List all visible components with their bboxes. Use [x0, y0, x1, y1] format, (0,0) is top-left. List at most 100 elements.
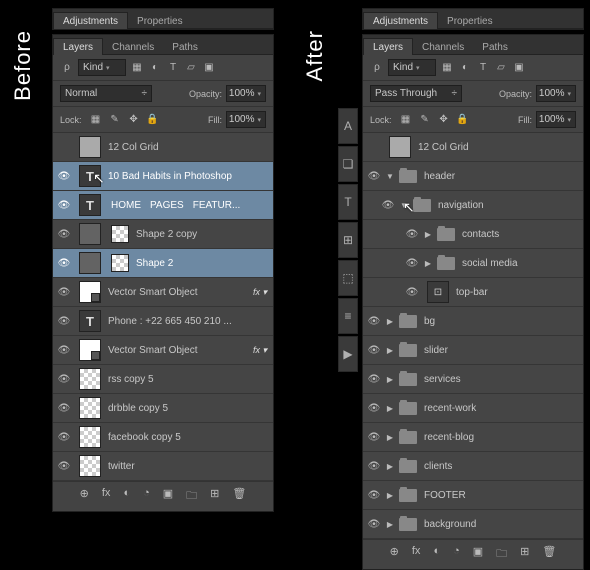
footer-icon[interactable]: ◔: [143, 487, 150, 506]
fx-badge[interactable]: fx ▾: [253, 287, 267, 298]
lock-pixels-icon[interactable]: ✎: [418, 113, 432, 127]
layer-name[interactable]: navigation: [438, 200, 583, 211]
layer-row[interactable]: 👁▶social media: [363, 249, 583, 278]
filter-kind-select[interactable]: Kind: [388, 59, 436, 76]
visibility-toggle[interactable]: 👁: [363, 461, 385, 472]
filter-shape-icon[interactable]: ▱: [184, 61, 198, 75]
layer-name[interactable]: facebook copy 5: [108, 432, 273, 443]
layer-name[interactable]: Shape 2: [136, 258, 273, 269]
lock-pixels-icon[interactable]: ✎: [108, 113, 122, 127]
tab-layers[interactable]: Layers: [53, 38, 103, 55]
filter-type-icon[interactable]: T: [476, 61, 490, 75]
tool-icon[interactable]: A: [338, 108, 358, 144]
footer-icon[interactable]: ⊞: [210, 487, 219, 506]
tab-adjustments[interactable]: Adjustments: [53, 12, 128, 29]
layer-row[interactable]: 👁 Shape 2: [53, 249, 273, 278]
filter-smart-icon[interactable]: ▣: [202, 61, 216, 75]
layer-row[interactable]: 👁THOMEPAGESFEATUR...: [53, 191, 273, 220]
lock-all-icon[interactable]: 🔒: [146, 113, 160, 127]
layer-row[interactable]: 👁facebook copy 5: [53, 423, 273, 452]
tab-channels[interactable]: Channels: [413, 39, 473, 55]
footer-icon[interactable]: 🗑: [542, 545, 556, 564]
layer-name[interactable]: 10 Bad Habits in Photoshop: [108, 171, 273, 182]
tab-paths[interactable]: Paths: [473, 39, 517, 55]
layer-row[interactable]: 👁▶background: [363, 510, 583, 539]
layer-row[interactable]: 👁▶recent-blog: [363, 423, 583, 452]
visibility-toggle[interactable]: 👁: [53, 200, 75, 211]
layer-row[interactable]: 👁Vector Smart Objectfx ▾: [53, 336, 273, 365]
visibility-toggle[interactable]: 👁: [53, 374, 75, 385]
layer-row[interactable]: 👁▶services: [363, 365, 583, 394]
layer-row[interactable]: 12 Col Grid: [363, 133, 583, 162]
layer-row[interactable]: 👁twitter: [53, 452, 273, 481]
layer-row[interactable]: 👁▶ FOOTER: [363, 481, 583, 510]
fill-input[interactable]: 100%: [536, 111, 576, 128]
filter-pixel-icon[interactable]: ▦: [130, 61, 144, 75]
footer-icon[interactable]: ◐: [433, 545, 440, 564]
visibility-toggle[interactable]: 👁: [53, 171, 75, 182]
expand-arrow[interactable]: ▶: [385, 491, 395, 500]
visibility-toggle[interactable]: 👁: [53, 258, 75, 269]
fx-badge[interactable]: fx ▾: [253, 345, 267, 356]
tool-icon[interactable]: ⬚: [338, 260, 358, 296]
filter-smart-icon[interactable]: ▣: [512, 61, 526, 75]
visibility-toggle[interactable]: 👁: [363, 519, 385, 530]
layer-name[interactable]: Phone : +22 665 450 210 ...: [108, 316, 273, 327]
filter-icon[interactable]: ρ: [370, 61, 384, 75]
expand-arrow[interactable]: ▶: [423, 259, 433, 268]
footer-icon[interactable]: ◐: [123, 487, 130, 506]
footer-icon[interactable]: ▣: [163, 487, 173, 506]
layer-row[interactable]: 👁 rss copy 5: [53, 365, 273, 394]
visibility-toggle[interactable]: 👁: [401, 229, 423, 240]
layer-name[interactable]: FOOTER: [424, 490, 583, 501]
layer-row[interactable]: 👁▶ contacts: [363, 220, 583, 249]
visibility-toggle[interactable]: 👁: [363, 490, 385, 501]
layer-row[interactable]: 👁▶recent-work: [363, 394, 583, 423]
expand-arrow[interactable]: ▶: [385, 317, 395, 326]
visibility-toggle[interactable]: 👁: [53, 229, 75, 240]
layer-name[interactable]: top-bar: [456, 287, 583, 298]
layer-name[interactable]: twitter: [108, 461, 273, 472]
tool-icon[interactable]: T: [338, 184, 358, 220]
layer-name[interactable]: rss copy 5: [108, 374, 273, 385]
layer-row[interactable]: 👁▼navigation↖: [363, 191, 583, 220]
layer-name[interactable]: services: [424, 374, 583, 385]
layer-name[interactable]: contacts: [462, 229, 583, 240]
layer-row[interactable]: 👁▶ clients: [363, 452, 583, 481]
footer-icon[interactable]: ◔: [453, 545, 460, 564]
lock-transparent-icon[interactable]: ▦: [89, 113, 103, 127]
layer-row[interactable]: 👁TPhone : +22 665 450 210 ...: [53, 307, 273, 336]
layer-name[interactable]: Vector Smart Object: [108, 345, 253, 356]
footer-icon[interactable]: 🗀: [496, 545, 507, 564]
footer-icon[interactable]: ▣: [473, 545, 483, 564]
layer-name[interactable]: social media: [462, 258, 583, 269]
layer-name[interactable]: Shape 2 copy: [136, 229, 273, 240]
visibility-toggle[interactable]: 👁: [401, 287, 423, 298]
layer-row[interactable]: 👁▼header: [363, 162, 583, 191]
fill-input[interactable]: 100%: [226, 111, 266, 128]
layer-name[interactable]: recent-blog: [424, 432, 583, 443]
tool-icon[interactable]: ▶: [338, 336, 358, 372]
visibility-toggle[interactable]: 👁: [53, 403, 75, 414]
visibility-toggle[interactable]: 👁: [53, 316, 75, 327]
filter-kind-select[interactable]: Kind: [78, 59, 126, 76]
layer-row[interactable]: 👁T10 Bad Habits in Photoshop↖: [53, 162, 273, 191]
layer-name[interactable]: recent-work: [424, 403, 583, 414]
layer-name[interactable]: Vector Smart Object: [108, 287, 253, 298]
expand-arrow[interactable]: ▶: [385, 433, 395, 442]
expand-arrow[interactable]: ▶: [385, 462, 395, 471]
tab-properties[interactable]: Properties: [128, 13, 192, 29]
expand-arrow[interactable]: ▶: [423, 230, 433, 239]
layer-name[interactable]: clients: [424, 461, 583, 472]
tool-icon[interactable]: ≡: [338, 298, 358, 334]
visibility-toggle[interactable]: 👁: [363, 374, 385, 385]
visibility-toggle[interactable]: 👁: [53, 287, 75, 298]
footer-icon[interactable]: ⊕: [80, 487, 89, 506]
layer-name[interactable]: background: [424, 519, 583, 530]
lock-position-icon[interactable]: ✥: [437, 113, 451, 127]
filter-pixel-icon[interactable]: ▦: [440, 61, 454, 75]
layer-row[interactable]: 👁 Vector Smart Objectfx ▾: [53, 278, 273, 307]
footer-icon[interactable]: 🗀: [186, 487, 197, 506]
expand-arrow[interactable]: ▼: [385, 172, 395, 181]
filter-shape-icon[interactable]: ▱: [494, 61, 508, 75]
